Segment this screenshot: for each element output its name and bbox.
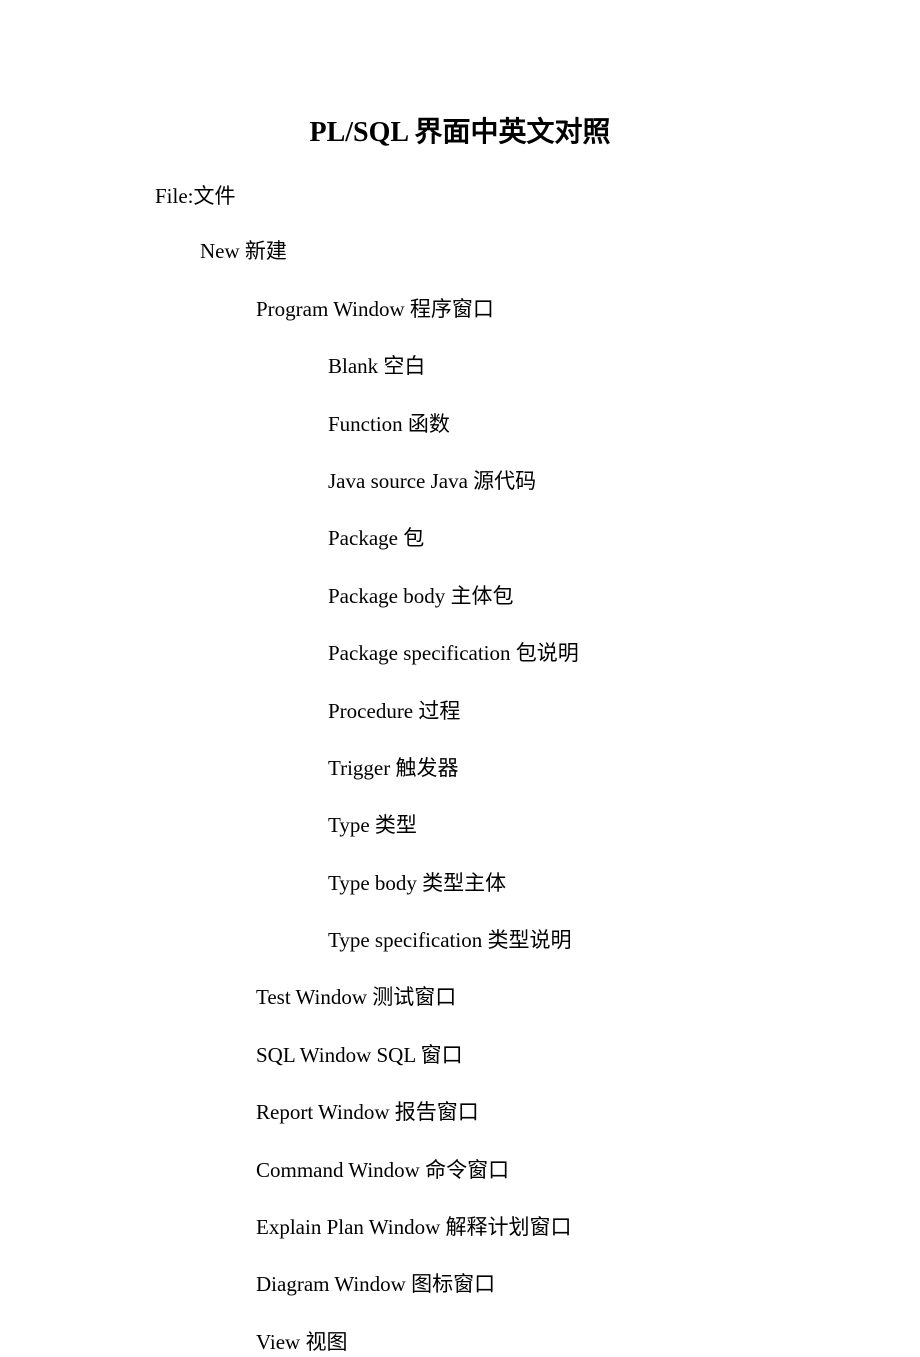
item-type-body: Type body 类型主体: [328, 869, 920, 898]
item-type: Type 类型: [328, 811, 920, 840]
menu-command-window: Command Window 命令窗口: [256, 1156, 920, 1185]
menu-test-window: Test Window 测试窗口: [256, 983, 920, 1012]
item-type-specification: Type specification 类型说明: [328, 926, 920, 955]
document-title: PL/SQL 界面中英文对照: [0, 110, 920, 150]
menu-program-window: Program Window 程序窗口: [256, 295, 920, 324]
menu-new: New 新建: [200, 237, 920, 266]
item-package: Package 包: [328, 524, 920, 553]
menu-sql-window: SQL Window SQL 窗口: [256, 1041, 920, 1070]
item-package-body: Package body 主体包: [328, 582, 920, 611]
menu-report-window: Report Window 报告窗口: [256, 1098, 920, 1127]
item-function: Function 函数: [328, 410, 920, 439]
item-java-source: Java source Java 源代码: [328, 467, 920, 496]
item-trigger: Trigger 触发器: [328, 754, 920, 783]
menu-explain-plan-window: Explain Plan Window 解释计划窗口: [256, 1213, 920, 1242]
menu-view: View 视图: [256, 1328, 920, 1357]
item-blank: Blank 空白: [328, 352, 920, 381]
menu-diagram-window: Diagram Window 图标窗口: [256, 1270, 920, 1299]
item-procedure: Procedure 过程: [328, 697, 920, 726]
item-package-specification: Package specification 包说明: [328, 639, 920, 668]
menu-file: File:文件: [155, 182, 920, 211]
